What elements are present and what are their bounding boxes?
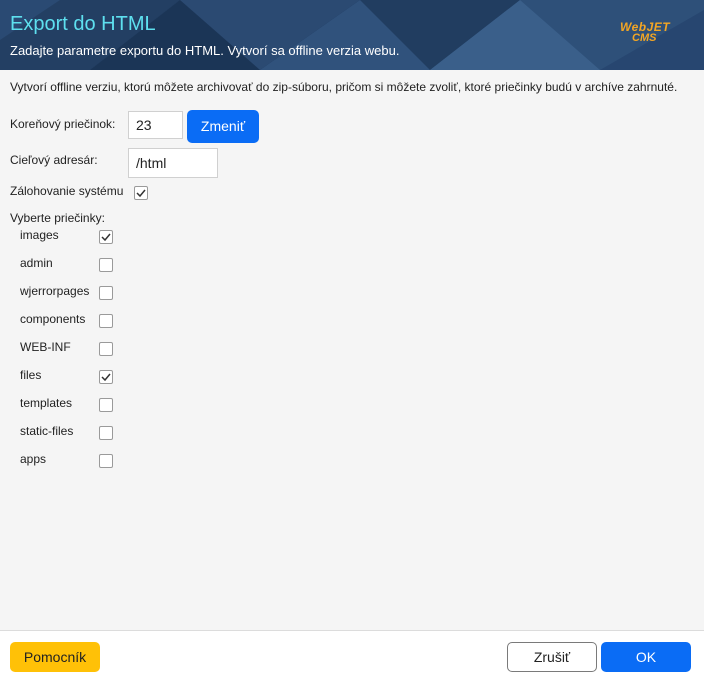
root-folder-label: Koreňový priečinok: xyxy=(10,117,116,131)
folder-label: apps xyxy=(20,452,47,466)
dialog-header: Export do HTML Zadajte parametre exportu… xyxy=(0,0,704,70)
folder-checkbox[interactable] xyxy=(99,398,113,412)
webjet-logo: WebJET CMS xyxy=(618,20,680,48)
folder-checkbox[interactable] xyxy=(99,314,113,328)
help-button[interactable]: Pomocník xyxy=(10,642,100,672)
folder-checkbox[interactable] xyxy=(99,230,113,244)
folder-label: images xyxy=(20,228,59,242)
check-icon xyxy=(136,189,146,198)
dialog-footer: Pomocník Zrušiť OK xyxy=(0,630,704,684)
cancel-button[interactable]: Zrušiť xyxy=(507,642,597,672)
check-icon xyxy=(101,233,111,242)
backup-label: Zálohovanie systému xyxy=(10,184,124,198)
folders-label: Vyberte priečinky: xyxy=(10,211,105,225)
ok-button[interactable]: OK xyxy=(601,642,691,672)
backup-checkbox[interactable] xyxy=(134,186,148,200)
folder-label: templates xyxy=(20,396,73,410)
folder-label: wjerrorpages xyxy=(20,284,90,298)
target-dir-label: Cieľový adresár: xyxy=(10,153,98,167)
intro-text: Vytvorí offline verziu, ktorú môžete arc… xyxy=(10,80,678,94)
folder-checkbox[interactable] xyxy=(99,286,113,300)
change-root-button[interactable]: Zmeniť xyxy=(187,110,259,143)
folder-checkbox[interactable] xyxy=(99,370,113,384)
folder-label: files xyxy=(20,368,42,382)
folder-label: static-files xyxy=(20,424,74,438)
dialog-title: Export do HTML xyxy=(10,13,156,35)
folder-checkbox[interactable] xyxy=(99,342,113,356)
check-icon xyxy=(101,373,111,382)
dialog-subtitle: Zadajte parametre exportu do HTML. Vytvo… xyxy=(10,43,400,58)
logo-subtext: CMS xyxy=(632,32,657,44)
folder-checkbox[interactable] xyxy=(99,258,113,272)
root-folder-input[interactable]: 23 xyxy=(128,111,183,139)
target-dir-input[interactable]: /html xyxy=(128,148,218,178)
folder-label: WEB-INF xyxy=(20,340,71,354)
folder-label: components xyxy=(20,312,86,326)
folder-checkbox[interactable] xyxy=(99,454,113,468)
folder-checkbox[interactable] xyxy=(99,426,113,440)
folder-label: admin xyxy=(20,256,53,270)
